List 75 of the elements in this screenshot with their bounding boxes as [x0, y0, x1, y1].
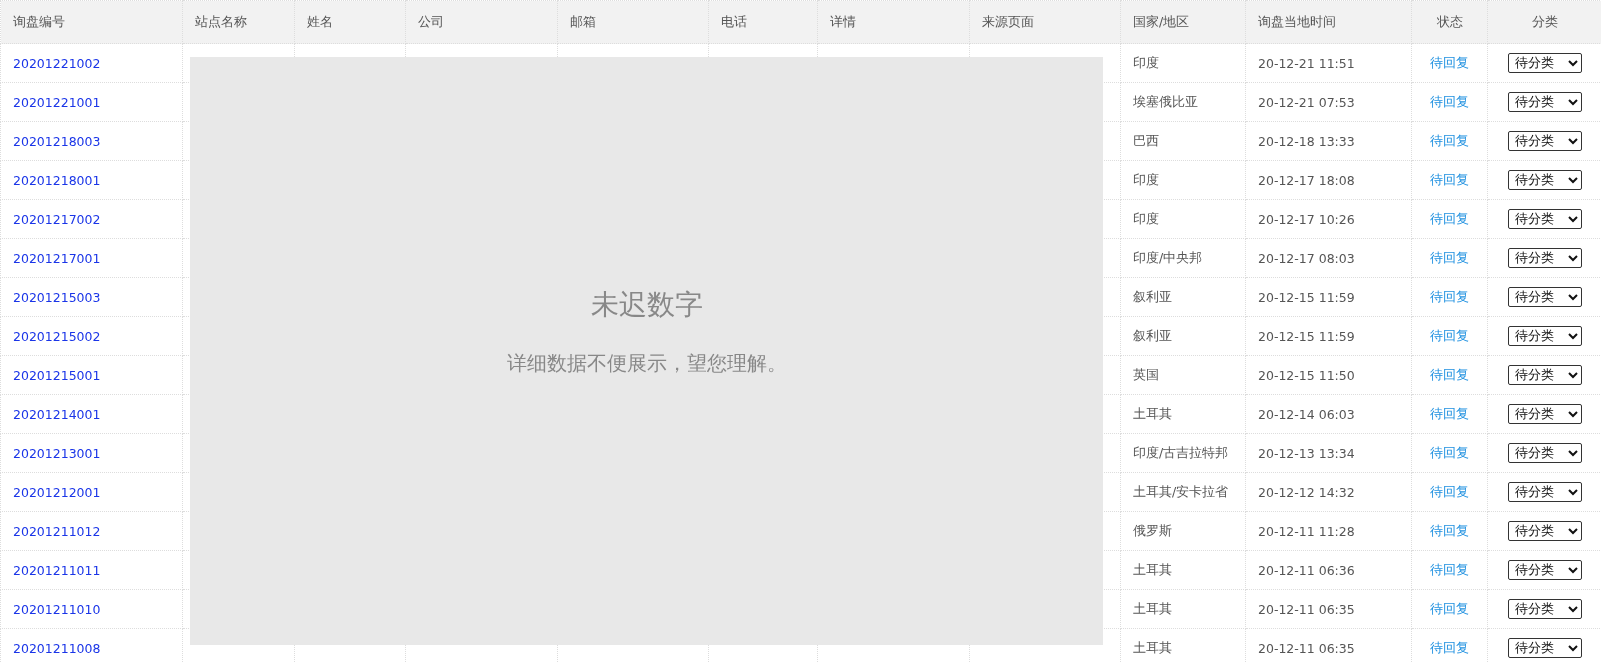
table-cell: 20-12-21 11:51	[1245, 43, 1412, 83]
table-cell: 20-12-21 07:53	[1245, 82, 1412, 122]
table-cell: 土耳其	[1120, 589, 1246, 629]
table-cell: 20-12-11 06:36	[1245, 550, 1412, 590]
overlay-title: 未迟数字	[590, 286, 703, 323]
table-cell: 20-12-12 14:32	[1245, 472, 1412, 512]
table-cell: 20-12-17 18:08	[1245, 160, 1412, 200]
table-cell: 叙利亚	[1120, 277, 1246, 317]
category-dropdown[interactable]: 待分类	[1507, 131, 1582, 151]
table-cell: 20-12-17 10:26	[1245, 199, 1412, 239]
table-cell: 20-12-18 13:33	[1245, 121, 1412, 161]
category-dropdown[interactable]: 待分类	[1507, 170, 1582, 190]
table-cell: 20-12-11 06:35	[1245, 589, 1412, 629]
inquiry-id-link[interactable]: 20201221001	[13, 94, 101, 110]
category-dropdown[interactable]: 待分类	[1507, 638, 1582, 658]
table-cell: 俄罗斯	[1120, 511, 1246, 551]
table-cell: 印度/中央邦	[1120, 238, 1246, 278]
column-header: 公司	[405, 0, 558, 44]
category-dropdown[interactable]: 待分类	[1507, 53, 1582, 73]
column-header: 国家/地区	[1120, 0, 1246, 44]
category-dropdown[interactable]: 待分类	[1507, 560, 1582, 580]
inquiry-id-link[interactable]: 20201214001	[13, 406, 101, 422]
table-cell: 印度	[1120, 43, 1246, 83]
table-cell: 土耳其	[1120, 550, 1246, 590]
table-cell: 20-12-15 11:50	[1245, 355, 1412, 395]
column-header: 来源页面	[969, 0, 1121, 44]
inquiry-id-link[interactable]: 20201218003	[13, 133, 101, 149]
category-dropdown[interactable]: 待分类	[1507, 365, 1582, 385]
inquiry-id-link[interactable]: 20201218001	[13, 172, 101, 188]
category-dropdown[interactable]: 待分类	[1507, 92, 1582, 112]
table-cell: 土耳其	[1120, 394, 1246, 434]
inquiry-id-link[interactable]: 20201215003	[13, 289, 101, 305]
category-dropdown[interactable]: 待分类	[1507, 326, 1582, 346]
category-dropdown[interactable]: 待分类	[1507, 599, 1582, 619]
column-header: 询盘编号	[0, 0, 183, 44]
table-cell: 巴西	[1120, 121, 1246, 161]
table-cell: 20-12-15 11:59	[1245, 277, 1412, 317]
category-dropdown[interactable]: 待分类	[1507, 443, 1582, 463]
inquiry-id-link[interactable]: 20201217001	[13, 250, 101, 266]
column-header: 分类	[1487, 0, 1601, 44]
table-cell: 印度	[1120, 199, 1246, 239]
table-cell: 20-12-15 11:59	[1245, 316, 1412, 356]
column-header: 邮箱	[557, 0, 709, 44]
category-dropdown[interactable]: 待分类	[1507, 248, 1582, 268]
column-header: 电话	[708, 0, 818, 44]
table-cell: 20-12-13 13:34	[1245, 433, 1412, 473]
column-header: 详情	[817, 0, 970, 44]
inquiry-id-link[interactable]: 20201215002	[13, 328, 101, 344]
column-header: 询盘当地时间	[1245, 0, 1412, 44]
category-dropdown[interactable]: 待分类	[1507, 482, 1582, 502]
table-cell: 20-12-11 11:28	[1245, 511, 1412, 551]
category-dropdown[interactable]: 待分类	[1507, 209, 1582, 229]
table-cell: 英国	[1120, 355, 1246, 395]
inquiry-id-link[interactable]: 20201217002	[13, 211, 101, 227]
table-cell: 印度	[1120, 160, 1246, 200]
column-header: 站点名称	[182, 0, 295, 44]
inquiry-id-link[interactable]: 20201221002	[13, 55, 101, 71]
overlay-message: 详细数据不便展示，望您理解。	[506, 349, 787, 377]
category-dropdown[interactable]: 待分类	[1507, 521, 1582, 541]
table-cell: 印度/古吉拉特邦	[1120, 433, 1246, 473]
inquiry-id-link[interactable]: 20201215001	[13, 367, 101, 383]
table-cell: 叙利亚	[1120, 316, 1246, 356]
inquiry-id-link[interactable]: 20201211010	[13, 601, 101, 617]
table-cell: 20-12-14 06:03	[1245, 394, 1412, 434]
inquiry-id-link[interactable]: 20201211012	[13, 523, 101, 539]
table-cell: 埃塞俄比亚	[1120, 82, 1246, 122]
category-dropdown[interactable]: 待分类	[1507, 287, 1582, 307]
column-header: 状态	[1411, 0, 1488, 44]
inquiry-id-link[interactable]: 20201213001	[13, 445, 101, 461]
table-cell: 土耳其/安卡拉省	[1120, 472, 1246, 512]
column-header: 姓名	[294, 0, 406, 44]
category-dropdown[interactable]: 待分类	[1507, 404, 1582, 424]
table-cell: 20-12-17 08:03	[1245, 238, 1412, 278]
inquiry-id-link[interactable]: 20201212001	[13, 484, 101, 500]
inquiry-id-link[interactable]: 20201211011	[13, 562, 101, 578]
